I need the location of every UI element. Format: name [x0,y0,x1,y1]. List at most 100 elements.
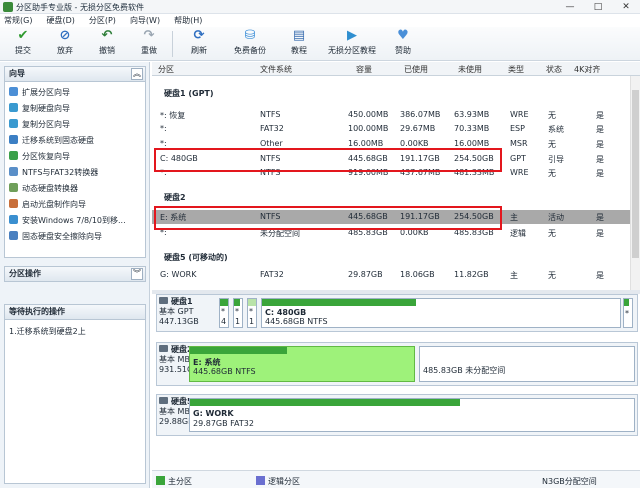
unallocated-block[interactable]: 485.83GB 未分配空间 [419,346,635,382]
undo-button[interactable]: ↶ 撤销 [92,29,122,59]
disk-icon [159,297,168,304]
pending-item[interactable]: 1.迁移系统到硬盘2上 [9,326,86,337]
wizard-item-install-windows[interactable]: 安装Windows 7/8/10到移... [9,214,126,227]
col-filesystem[interactable]: 文件系统 [260,64,292,75]
menu-help[interactable]: 帮助(H) [174,14,202,27]
menu-partition[interactable]: 分区(P) [89,14,116,27]
maximize-button[interactable]: □ [584,0,612,14]
status-cell: 无 [548,169,556,178]
type-cell: 主 [510,213,518,222]
vertical-scrollbar[interactable] [630,76,640,290]
wizard-item-copy-disk[interactable]: 复制硬盘向导 [9,102,70,115]
title-bar: 分区助手专业版 - 无损分区免费软件 — □ ✕ [0,0,640,14]
align-cell: 是 [596,111,604,120]
windows-icon [9,215,18,224]
free-cell: 70.33MB [454,124,490,133]
free-cell: 11.82GB [454,270,489,279]
filesystem-cell: NTFS [260,110,281,119]
refresh-button[interactable]: ⟳ 刷新 [184,29,214,59]
partition-block-small[interactable]: * 1 [247,298,257,328]
minimize-button[interactable]: — [556,0,584,14]
partition-block-small[interactable]: * 4 [219,298,229,328]
disk-map-card[interactable]: 硬盘2 基本 MBR 931.51GB E: 系统 445.68GB NTFS 48… [156,342,638,386]
partition-block-c[interactable]: C: 480GB 445.68GB NTFS [261,298,621,328]
sponsor-button[interactable]: ♥ 赞助 [388,29,418,59]
partition-block-g[interactable]: G: WORK 29.87GB FAT32 [189,398,635,432]
tutorial-button[interactable]: ▤ 教程 [284,29,314,59]
type-cell: ESP [510,124,525,133]
tutorial-icon: ▤ [292,28,306,43]
free-backup-button[interactable]: ⛁ 免费备份 [224,29,276,59]
disk-map-card[interactable]: 硬盘5 基本 MBR 29.88GB G: WORK 29.87GB FAT32 [156,394,638,436]
table-row[interactable]: *: FAT32 100.00MB 29.67MB 70.33MB ESP 系统 是 [152,122,630,136]
chevron-up-icon[interactable]: ︽ [131,68,143,80]
align-cell: 是 [596,169,604,178]
disk-group-label: 硬盘2 [164,193,186,202]
convert-icon [9,167,18,176]
col-used[interactable]: 已使用 [404,64,428,75]
wizard-panel-header[interactable]: 向导 ︽ [4,66,146,82]
backup-icon: ⛁ [244,28,256,43]
highlight-box [154,206,502,230]
refresh-icon: ⟳ [193,28,205,43]
partition-block-e[interactable]: E: 系统 445.68GB NTFS [189,346,415,382]
check-icon: ✔ [17,28,29,43]
wizard-item-dynamic-disk[interactable]: 动态硬盘转换器 [9,182,78,195]
partition-ops-header[interactable]: 分区操作 ︾ [4,266,146,282]
toolbar: ✔ 提交 ⊘ 放弃 ↶ 撤销 ↷ 重做 ⟳ 刷新 ⛁ 免费备份 ▤ 教程 ▶ 无损分区教程 ♥ 赞… [0,27,640,61]
wizard-item-copy-partition[interactable]: 复制分区向导 [9,118,70,131]
migrate-os-icon [9,135,18,144]
copy-partition-icon [9,119,18,128]
status-cell: 无 [548,229,556,238]
table-row[interactable]: G: WORK FAT32 29.87GB 18.06GB 11.82GB 主 无 是 [152,268,630,282]
wizard-item-extend[interactable]: 扩展分区向导 [9,86,70,99]
table-row[interactable]: *: 恢复 NTFS 450.00MB 386.07MB 63.93MB WRE 无 是 [152,108,630,122]
wizard-item-migrate-os[interactable]: 迁移系统到固态硬盘 [9,134,94,147]
used-cell: 18.06GB [400,270,435,279]
menu-wizard[interactable]: 向导(W) [130,14,160,27]
filesystem-cell: Other [260,139,283,148]
partition-block-small[interactable]: * 1 [233,298,243,328]
discard-icon: ⊘ [59,28,71,43]
partition-cell: G: WORK [160,270,197,279]
dynamic-disk-icon [9,183,18,192]
table-header: 分区 文件系统 容量 已使用 未使用 类型 状态 4K对齐 [152,62,640,76]
discard-button[interactable]: ⊘ 放弃 [50,29,80,59]
col-status[interactable]: 状态 [546,64,562,75]
type-cell: GPT [510,154,526,163]
capacity-cell: 450.00MB [348,110,389,119]
align-cell: 是 [596,213,604,222]
partition-block-small[interactable]: * [623,298,633,328]
type-cell: 逻辑 [510,229,526,238]
filesystem-cell: FAT32 [260,124,284,133]
close-button[interactable]: ✕ [612,0,640,14]
partition-cell: *: 恢复 [160,111,186,120]
chevron-down-icon[interactable]: ︾ [131,268,143,280]
disk-map-card[interactable]: 硬盘1 基本 GPT 447.13GB * 4 * 1 * 1 C: 480GB 445.… [156,294,638,332]
heart-icon: ♥ [397,28,409,43]
pending-ops-list: 1.迁移系统到硬盘2上 [4,320,146,484]
status-cell: 系统 [548,125,564,134]
col-4k-align[interactable]: 4K对齐 [574,64,600,75]
scrollbar-thumb[interactable] [632,90,639,258]
redo-button[interactable]: ↷ 重做 [134,29,164,59]
menu-general[interactable]: 常规(G) [4,14,32,27]
wizard-item-ntfs-fat32[interactable]: NTFS与FAT32转换器 [9,166,98,179]
disk-icon [159,345,168,352]
wizard-item-recovery[interactable]: 分区恢复向导 [9,150,70,163]
type-cell: WRE [510,110,529,119]
free-cell: 63.93MB [454,110,490,119]
primary-swatch-icon [156,476,165,485]
commit-button[interactable]: ✔ 提交 [8,29,38,59]
lossless-tutorial-button[interactable]: ▶ 无损分区教程 [320,29,384,59]
boot-disc-icon [9,199,18,208]
toolbar-divider [172,31,173,57]
menu-disk[interactable]: 硬盘(D) [46,14,74,27]
col-type[interactable]: 类型 [508,64,524,75]
wizard-item-ssd-erase[interactable]: 固态硬盘安全擦除向导 [9,230,102,243]
col-free[interactable]: 未使用 [458,64,482,75]
col-capacity[interactable]: 容量 [356,64,372,75]
wizard-item-boot-cd[interactable]: 启动光盘制作向导 [9,198,86,211]
col-partition[interactable]: 分区 [158,64,174,75]
type-cell: 主 [510,271,518,280]
